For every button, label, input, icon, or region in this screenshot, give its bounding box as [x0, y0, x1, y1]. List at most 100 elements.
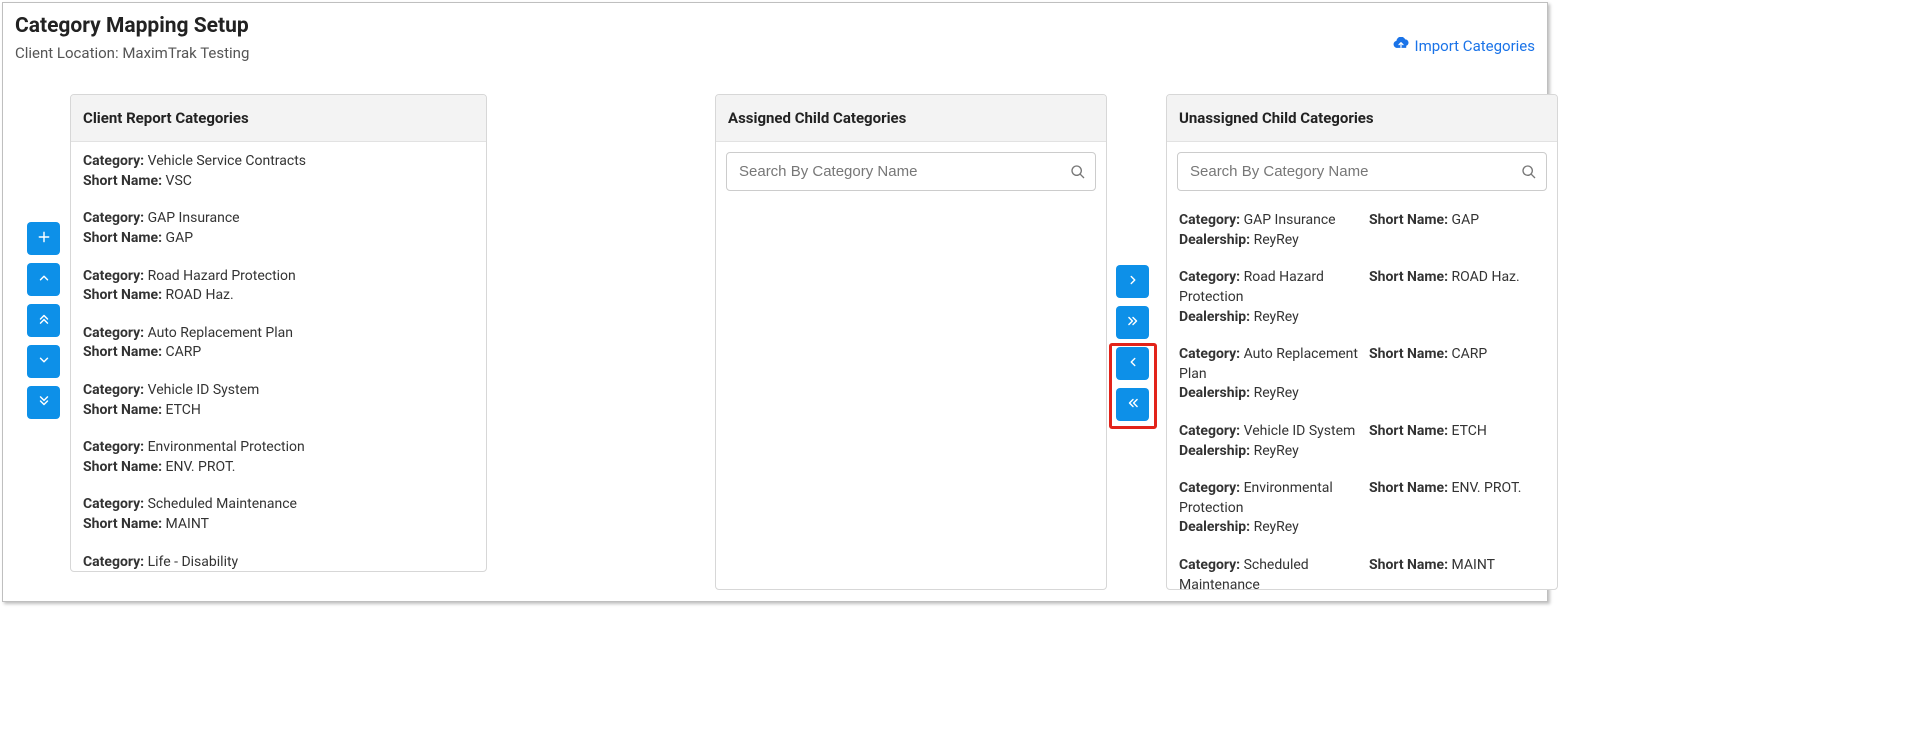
short-name-value: VSC	[166, 173, 192, 189]
unassigned-category-item[interactable]: Category: GAP InsuranceShort Name: GAPDe…	[1167, 201, 1557, 258]
client-category-item[interactable]: Category: Life - DisabilityShort Name: L…	[71, 543, 486, 572]
assigned-search-input[interactable]	[726, 152, 1096, 191]
move-bottom-button[interactable]	[27, 386, 60, 419]
assigned-search-wrap	[726, 152, 1096, 191]
page-frame: Category Mapping Setup Client Location: …	[2, 2, 1548, 602]
short-name-label: Short Name:	[83, 459, 162, 475]
move-down-button[interactable]	[27, 345, 60, 378]
assigned-categories-list	[716, 201, 1106, 589]
dealership-label: Dealership:	[1179, 443, 1250, 459]
short-name-label: Short Name:	[83, 230, 162, 246]
move-top-button[interactable]	[27, 304, 60, 337]
unassign-one-button[interactable]	[1116, 347, 1149, 380]
chevron-down-icon	[37, 353, 51, 370]
short-name-label: Short Name:	[1369, 480, 1448, 496]
category-label: Category:	[83, 210, 144, 226]
short-name-label: Short Name:	[83, 173, 162, 189]
dealership-label: Dealership:	[1179, 519, 1250, 535]
category-label: Category:	[83, 153, 144, 169]
assign-all-button[interactable]	[1116, 306, 1149, 339]
unassigned-search-wrap	[1177, 152, 1547, 191]
short-name-value: MAINT	[166, 516, 209, 532]
move-up-button[interactable]	[27, 263, 60, 296]
short-name-value: ETCH	[166, 402, 201, 418]
category-label: Category:	[83, 496, 144, 512]
category-label: Category:	[83, 382, 144, 398]
category-value: Vehicle Service Contracts	[148, 153, 306, 169]
short-name-label: Short Name:	[1369, 423, 1448, 439]
client-location: Client Location: MaximTrak Testing	[15, 44, 249, 62]
short-name-value: ROAD Haz.	[166, 287, 234, 303]
category-label: Category:	[83, 325, 144, 341]
client-location-label: Client Location:	[15, 44, 119, 62]
import-categories-link[interactable]: Import Categories	[1393, 37, 1535, 55]
assigned-categories-panel: Assigned Child Categories	[715, 94, 1107, 590]
short-name-label: Short Name:	[1369, 346, 1448, 362]
unassigned-search-input[interactable]	[1177, 152, 1547, 191]
category-label: Category:	[1179, 557, 1240, 573]
chevron-up-icon	[37, 271, 51, 288]
client-category-item[interactable]: Category: Environmental Protection Short …	[71, 428, 486, 485]
client-category-item[interactable]: Category: Scheduled MaintenanceShort Nam…	[71, 485, 486, 542]
short-name-value: GAP	[166, 230, 194, 246]
category-value: Auto Replacement Plan	[148, 325, 293, 341]
category-value: GAP Insurance	[148, 210, 240, 226]
dealership-label: Dealership:	[1179, 232, 1250, 248]
double-chevron-right-icon	[1126, 314, 1140, 331]
chevron-right-icon	[1126, 273, 1140, 290]
short-name-label: Short Name:	[83, 344, 162, 360]
category-label: Category:	[83, 268, 144, 284]
double-chevron-left-icon	[1126, 396, 1140, 413]
short-name-label: Short Name:	[1369, 557, 1448, 573]
add-button[interactable]	[27, 222, 60, 255]
unassigned-category-item[interactable]: Category: Auto Replacement PlanShort Nam…	[1167, 335, 1557, 412]
unassigned-category-item[interactable]: Category: Environmental ProtectionShort …	[1167, 469, 1557, 546]
unassigned-category-item[interactable]: Category: Scheduled MaintenanceShort Nam…	[1167, 546, 1557, 589]
category-value: GAP Insurance	[1244, 212, 1336, 228]
unassigned-categories-list[interactable]: Category: GAP Insurance Short Name: GAP De…	[1167, 201, 1557, 589]
category-label: Category:	[83, 439, 144, 455]
client-category-item[interactable]: Category: GAP Insurance Short Name: GAP	[71, 199, 486, 256]
client-category-item[interactable]: Category: Road Hazard ProtectionShort Na…	[71, 257, 486, 314]
assign-one-button[interactable]	[1116, 265, 1149, 298]
short-name-label: Short Name:	[83, 516, 162, 532]
category-label: Category:	[1179, 480, 1240, 496]
short-name-value: ENV. PROT.	[166, 459, 236, 475]
client-categories-panel: Client Report Categories Category: Vehic…	[70, 94, 487, 572]
short-name-value: GAP	[1452, 212, 1480, 228]
client-categories-header: Client Report Categories	[71, 95, 486, 142]
dealership-value: ReyRey	[1254, 443, 1299, 459]
category-label: Category:	[1179, 269, 1240, 285]
content-area: Client Report Categories Category: Vehic…	[15, 94, 1535, 594]
short-name-label: Short Name:	[83, 287, 162, 303]
double-chevron-down-icon	[37, 394, 51, 411]
short-name-value: CARP	[1452, 346, 1488, 362]
short-name-label: Short Name:	[83, 402, 162, 418]
cloud-upload-icon	[1393, 37, 1409, 55]
category-label: Category:	[1179, 423, 1240, 439]
import-categories-label: Import Categories	[1415, 37, 1535, 55]
page-title: Category Mapping Setup	[15, 13, 249, 40]
category-value: Vehicle ID System	[1244, 423, 1356, 439]
category-label: Category:	[1179, 346, 1240, 362]
client-category-item[interactable]: Category: Vehicle ID System Short Name: E…	[71, 371, 486, 428]
client-location-value: MaximTrak Testing	[122, 44, 249, 62]
unassigned-categories-header: Unassigned Child Categories	[1167, 95, 1557, 142]
short-name-value: MAINT	[1452, 557, 1495, 573]
client-category-item[interactable]: Category: Auto Replacement Plan Short Nam…	[71, 314, 486, 371]
category-label: Category:	[83, 554, 144, 570]
category-value: Environmental Protection	[148, 439, 305, 455]
unassigned-category-item[interactable]: Category: Road Hazard ProtectionShort Na…	[1167, 258, 1557, 335]
unassign-all-button[interactable]	[1116, 388, 1149, 421]
client-category-item[interactable]: Category: Vehicle Service Contracts Short…	[71, 142, 486, 199]
dealership-label: Dealership:	[1179, 309, 1250, 325]
category-value: Vehicle ID System	[148, 382, 260, 398]
short-name-value: ROAD Haz.	[1452, 269, 1520, 285]
short-name-value: ETCH	[1452, 423, 1487, 439]
unassigned-category-item[interactable]: Category: Vehicle ID System Short Name: E…	[1167, 412, 1557, 469]
category-value: Life - Disability	[148, 554, 239, 570]
short-name-label: Short Name:	[1369, 269, 1448, 285]
page-header: Category Mapping Setup Client Location: …	[15, 13, 1535, 62]
dealership-value: ReyRey	[1254, 385, 1299, 401]
assigned-categories-header: Assigned Child Categories	[716, 95, 1106, 142]
